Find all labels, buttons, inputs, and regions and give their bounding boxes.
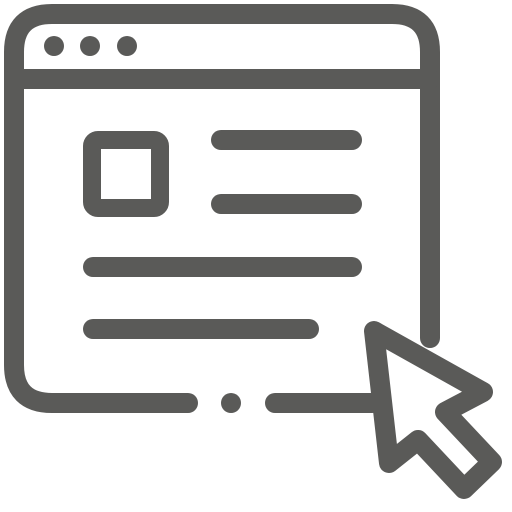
dot-group [44,36,241,413]
bottom-edge-dot [221,393,241,413]
stroke-group [4,4,502,499]
window-dot-2 [80,36,100,56]
window-dot-1 [44,36,64,56]
image-placeholder [83,131,169,217]
cursor-arrow-icon [364,321,502,499]
icon-canvas [0,0,512,512]
window-dot-3 [117,36,137,56]
web-page-cursor-icon [4,4,502,499]
